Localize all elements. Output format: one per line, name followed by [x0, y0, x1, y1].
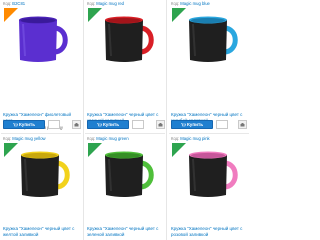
product-name-link[interactable]: Кружка "Хамелеон" черный цвет с зеленой … — [87, 226, 163, 240]
column-divider — [166, 0, 167, 240]
product-card: Код:Magic mug green Кружка "Хамелеон" че… — [85, 133, 165, 240]
compare-button[interactable] — [238, 120, 247, 129]
compare-icon — [158, 122, 163, 126]
row-divider — [85, 133, 165, 134]
cart-icon — [96, 122, 102, 127]
new-ribbon-icon — [88, 8, 102, 22]
product-image-link[interactable] — [1, 6, 81, 68]
product-image-link[interactable] — [85, 141, 165, 203]
compare-icon — [240, 122, 245, 126]
buy-button[interactable]: Купить — [171, 120, 213, 129]
product-image-link[interactable] — [1, 141, 81, 203]
new-ribbon-icon — [4, 8, 18, 22]
cart-icon — [180, 122, 186, 127]
cart-icon — [12, 122, 18, 127]
compare-icon — [74, 122, 79, 126]
new-ribbon-icon — [4, 143, 18, 157]
new-ribbon-icon — [172, 8, 186, 22]
buy-button[interactable]: Купить — [87, 120, 129, 129]
product-card: Код:Magic mug yellow Кружка "Хамелеон" ч… — [1, 133, 81, 240]
quantity-input[interactable] — [132, 120, 144, 129]
product-card: Код:Magic mug blue Кружка "Хамелеон" чер… — [169, 0, 249, 131]
product-image-link[interactable] — [169, 6, 249, 68]
product-card: Код:B2C81 Кружка "Хамелеон" фиолетовый ц… — [1, 0, 81, 131]
product-grid: Код:B2C81 Кружка "Хамелеон" фиолетовый ц… — [0, 0, 250, 240]
buy-button[interactable]: Купить — [3, 120, 45, 129]
new-ribbon-icon — [88, 143, 102, 157]
row-divider — [169, 133, 249, 134]
compare-button[interactable] — [156, 120, 165, 129]
quantity-input[interactable] — [216, 120, 228, 129]
new-ribbon-icon — [172, 143, 186, 157]
product-card: Код:Magic mug red Кружка "Хамелеон" черн… — [85, 0, 165, 131]
product-name-link[interactable]: Кружка "Хамелеон" черный цвет с желтой з… — [3, 226, 79, 240]
product-name-link[interactable]: Кружка "Хамелеон" черный цвет с розовой … — [171, 226, 247, 240]
compare-button[interactable] — [72, 120, 81, 129]
buy-label: Купить — [102, 122, 120, 127]
column-divider — [83, 0, 84, 240]
product-image-link[interactable] — [169, 141, 249, 203]
buy-label: Купить — [18, 122, 36, 127]
buy-label: Купить — [186, 122, 204, 127]
quantity-input[interactable] — [48, 120, 60, 129]
product-card: Код:Magic mug pink Кружка "Хамелеон" чер… — [169, 133, 249, 240]
product-image-link[interactable] — [85, 6, 165, 68]
row-divider — [1, 133, 81, 134]
